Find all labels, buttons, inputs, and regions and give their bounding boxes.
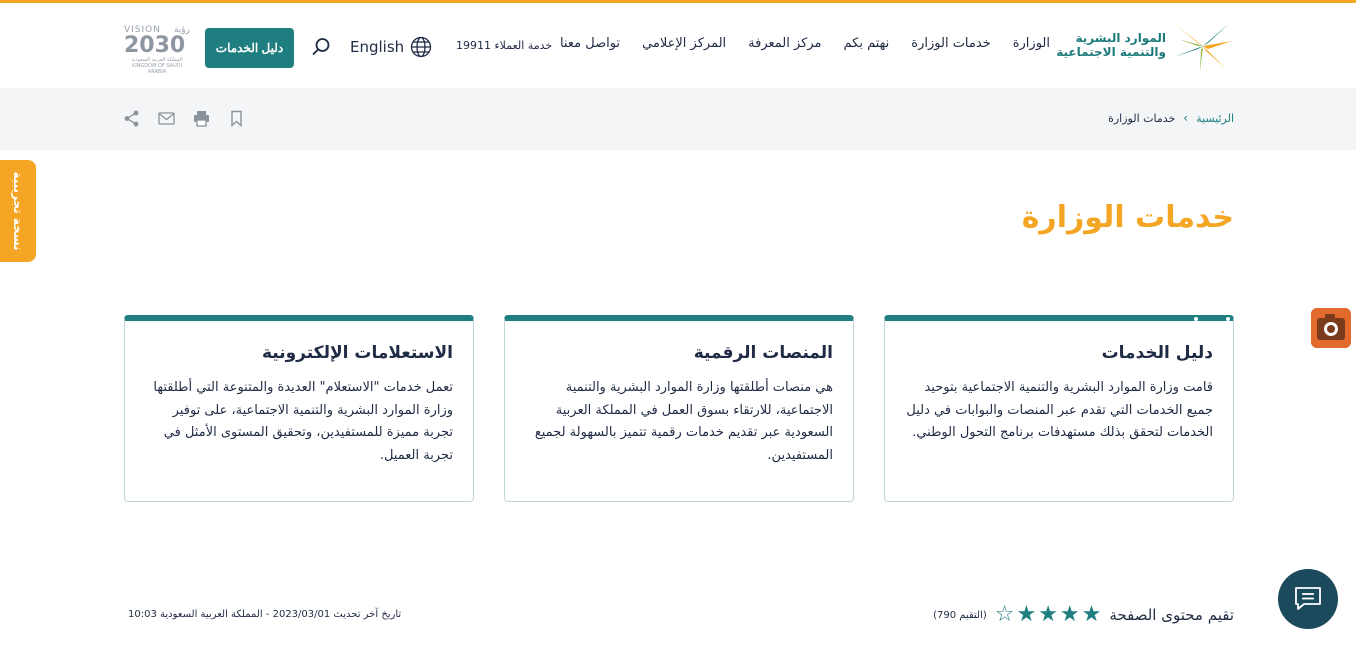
card-dots [1194,317,1230,321]
card-title: دليل الخدمات [1101,343,1213,363]
card-services-guide[interactable]: دليل الخدمات قامت وزارة الموارد البشرية … [884,315,1234,502]
nav-services[interactable]: خدمات الوزارة [911,36,990,51]
site-header: الموارد البشرية والتنمية الاجتماعية الوز… [0,3,1356,88]
chat-button[interactable] [1278,569,1338,629]
vision-2030-logo: VISION رؤية 2030 المملكة العربية السعودي… [124,25,190,75]
card-title: الاستعلامات الإلكترونية [261,343,453,363]
print-icon[interactable] [193,110,210,127]
language-switch[interactable]: English [350,36,432,58]
star-1-icon[interactable]: ★ [1082,604,1102,626]
main-nav: الوزارة خدمات الوزارة نهتم بكم مركز المع… [538,36,1050,51]
nav-media-center[interactable]: المركز الإعلامي [642,36,726,51]
card-text: هي منصات أطلقتها وزارة الموارد البشرية و… [534,380,833,463]
breadcrumb-home[interactable]: الرئيسية [1196,112,1234,125]
logo-text: الموارد البشرية والتنمية الاجتماعية [1056,31,1166,59]
card-digital-platforms[interactable]: المنصات الرقمية هي منصات أطلقتها وزارة ا… [504,315,854,502]
card-title: المنصات الرقمية [693,343,833,363]
vision-year: 2030 [124,33,186,58]
logo-line-2: والتنمية الاجتماعية [1056,45,1166,59]
trial-version-tab[interactable]: نسخة تجريبية [0,160,36,262]
page-rating: تقيم محتوى الصفحة ★ ★ ★ ★ ☆ (التقيم 790) [933,604,1234,626]
nav-ministry[interactable]: الوزارة [1013,36,1050,51]
share-icon[interactable] [123,110,140,127]
card-electronic-inquiries[interactable]: الاستعلامات الإلكترونية تعمل خدمات "الاس… [124,315,474,502]
breadcrumb: الرئيسية › خدمات الوزارة [1108,111,1234,125]
star-3-icon[interactable]: ★ [1038,604,1058,626]
vision-sub-en: KINGDOM OF SAUDI ARABIA [131,63,183,75]
breadcrumb-current: خدمات الوزارة [1108,111,1176,125]
card-text: تعمل خدمات "الاستعلام" العديدة والمتنوعة… [153,380,453,463]
breadcrumb-separator-icon: › [1183,111,1189,125]
star-5-icon[interactable]: ☆ [995,604,1015,626]
nav-we-care[interactable]: نهتم بكم [844,36,890,51]
breadcrumb-bar: الرئيسية › خدمات الوزارة [0,88,1356,150]
logo-line-1: الموارد البشرية [1075,31,1166,45]
email-icon[interactable] [158,110,175,127]
language-label: English [350,38,405,56]
globe-icon [411,36,432,58]
star-2-icon[interactable]: ★ [1060,604,1080,626]
search-icon[interactable] [311,37,331,57]
page-tools [123,110,245,127]
customer-service-hotline[interactable]: خدمة العملاء 19911 [456,39,552,52]
star-4-icon[interactable]: ★ [1016,604,1036,626]
page-title: خدمات الوزارة [1021,200,1234,235]
logo-leaf-icon [1174,23,1232,72]
services-guide-button[interactable]: دليل الخدمات [205,28,294,68]
rating-count: (التقيم 790) [933,609,987,621]
rating-stars: ★ ★ ★ ★ ☆ [995,604,1102,626]
bookmark-icon[interactable] [228,110,245,127]
nav-contact[interactable]: تواصل معنا [560,36,620,51]
last-updated: تاريخ آخر تحديث 2023/03/01 - المملكة الع… [128,609,402,620]
card-text: قامت وزارة الموارد البشرية والتنمية الاج… [906,380,1213,440]
rating-label: تقيم محتوى الصفحة [1109,606,1234,624]
trial-version-label: نسخة تجريبية [11,171,25,251]
nav-knowledge-center[interactable]: مركز المعرفة [748,36,821,51]
service-cards: دليل الخدمات قامت وزارة الموارد البشرية … [124,315,1234,502]
ministry-logo[interactable]: الموارد البشرية والتنمية الاجتماعية [1056,19,1234,75]
chat-icon [1295,587,1321,610]
accessibility-widget-icon[interactable] [1311,308,1351,348]
